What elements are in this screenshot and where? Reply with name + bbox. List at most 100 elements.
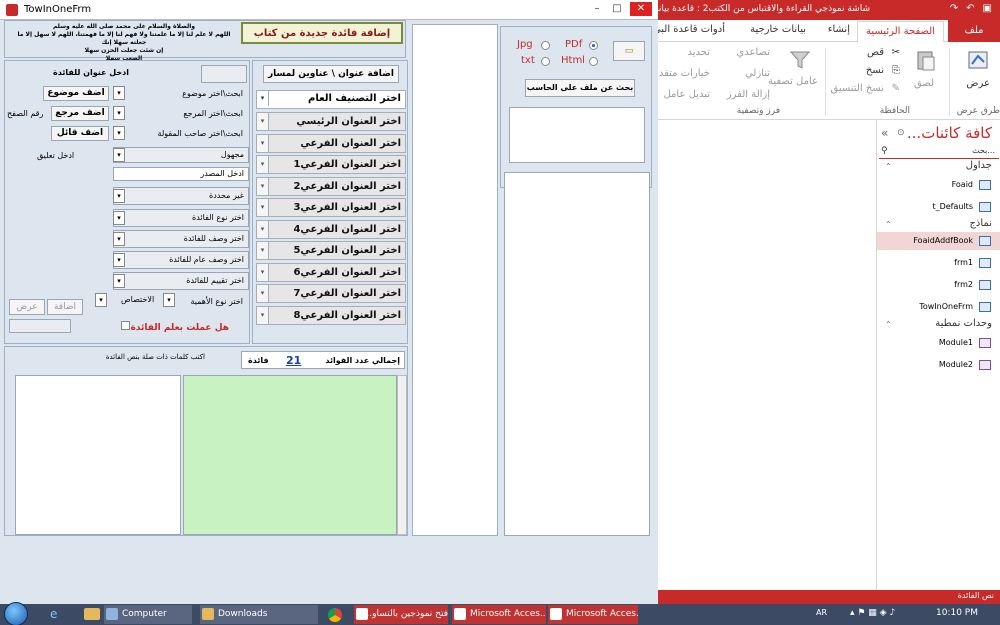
reference-dropdown[interactable]: ▾ xyxy=(113,106,125,120)
undo-icon[interactable]: ↶ xyxy=(966,3,974,14)
nav-menu-icon[interactable]: ⊙ xyxy=(897,128,905,138)
chevron-up-icon[interactable]: ⌃ xyxy=(885,162,892,171)
ascending-button[interactable]: تصاعدي xyxy=(736,47,770,58)
title-dropdown-8[interactable]: ▾ اختر العنوان الفرعي7 xyxy=(256,284,406,303)
nav-item-frm1[interactable]: frm1 xyxy=(877,254,1000,272)
taskbar-downloads[interactable]: Downloads xyxy=(200,605,318,624)
descending-button[interactable]: تنازلي xyxy=(745,68,770,79)
title-dropdown-3[interactable]: ▾ اختر العنوان الفرعي2 xyxy=(256,177,406,196)
nav-section-forms[interactable]: نماذج xyxy=(969,218,992,229)
nav-item-t-defaults[interactable]: t_Defaults xyxy=(877,198,1000,216)
pdf-radio[interactable] xyxy=(589,41,598,50)
open-folder-button[interactable]: ▭ xyxy=(613,41,645,61)
title-dropdown-4[interactable]: ▾ اختر العنوان الفرعي3 xyxy=(256,198,406,217)
collapse-nav-icon[interactable]: « xyxy=(881,126,888,140)
nav-section-modules[interactable]: وحدات نمطية xyxy=(935,318,992,329)
view-icon[interactable] xyxy=(966,48,990,72)
general-classification-dropdown[interactable]: ▾ اختر التصنيف العام xyxy=(256,90,406,109)
benefit-type-dropdown[interactable]: ▾ xyxy=(113,211,125,225)
cut-button[interactable]: قص xyxy=(867,47,884,58)
filter-button[interactable]: عامل تصفية xyxy=(768,76,818,87)
nav-item-module2[interactable]: Module2 xyxy=(877,356,1000,374)
importance-dropdown[interactable]: ▾ xyxy=(163,293,175,307)
remove-sort-button[interactable]: إزالة الفرز xyxy=(727,89,770,100)
title-dropdown-0[interactable]: ▾ اختر العنوان الرئيسي xyxy=(256,112,406,131)
undefined-field[interactable]: غير محددة xyxy=(113,187,249,205)
language-indicator[interactable]: AR xyxy=(816,608,827,617)
did-you-act-checkbox[interactable] xyxy=(121,321,130,330)
add-new-benefit-button[interactable]: إضافة فائدة جديدة من كتاب xyxy=(241,22,403,44)
taskbar-item-form[interactable]: فتح نموذجين بالتساو... xyxy=(354,605,448,624)
benefit-desc-dropdown[interactable]: ▾ xyxy=(113,232,125,246)
author-field[interactable]: مجهول xyxy=(113,147,249,163)
file-list[interactable] xyxy=(504,172,650,536)
rating-dropdown[interactable]: ▾ xyxy=(113,274,125,288)
filter-icon[interactable] xyxy=(788,48,812,72)
add-reference-button[interactable]: اضف مرجع xyxy=(51,106,109,121)
jpg-radio[interactable] xyxy=(541,41,550,50)
advanced-button[interactable]: خيارات متقد xyxy=(659,68,710,79)
benefit-desc-field[interactable]: اختر وصف للفائدة xyxy=(113,230,249,248)
specialty-dropdown[interactable]: ▾ xyxy=(95,293,107,307)
taskbar-access-1[interactable]: Microsoft Acces... xyxy=(452,605,546,624)
copy-button[interactable]: نسخ xyxy=(866,65,884,76)
start-button[interactable] xyxy=(4,602,28,625)
format-painter-button[interactable]: نسخ التنسيق xyxy=(831,83,884,94)
maximize-icon[interactable]: □ xyxy=(608,2,626,16)
add-topic-button[interactable]: اضف موضوع xyxy=(43,86,109,101)
title-input[interactable] xyxy=(201,65,247,83)
undefined-dropdown[interactable]: ▾ xyxy=(113,189,125,203)
taskbar-computer[interactable]: Computer xyxy=(104,605,192,624)
html-radio[interactable] xyxy=(589,57,598,66)
chrome-pin[interactable] xyxy=(322,606,350,623)
add-title-path-button[interactable]: اضافة عنوان \ عناوين لمسار xyxy=(263,65,399,83)
nav-item-towinonefrm[interactable]: TowInOneFrm xyxy=(877,298,1000,316)
toggle-filter-button[interactable]: تبديل عامل xyxy=(663,89,710,100)
views-button[interactable]: عرض xyxy=(966,78,990,89)
record-field[interactable] xyxy=(9,319,71,333)
text-scrollbar[interactable] xyxy=(397,375,407,535)
copy-icon[interactable]: ⎘ xyxy=(892,65,900,76)
title-dropdown-9[interactable]: ▾ اختر العنوان الفرعي8 xyxy=(256,306,406,325)
show-button[interactable]: عرض xyxy=(9,299,45,315)
tab-home[interactable]: الصفحة الرئيسية xyxy=(857,21,944,42)
paste-icon[interactable] xyxy=(914,48,938,72)
title-dropdown-1[interactable]: ▾ اختر العنوان الفرعي xyxy=(256,134,406,153)
nav-search-input[interactable]: بحث... xyxy=(879,146,999,159)
chevron-up-icon[interactable]: ⌃ xyxy=(885,220,892,229)
nav-section-tables[interactable]: جداول xyxy=(966,160,992,171)
title-dropdown-2[interactable]: ▾ اختر العنوان الفرعي1 xyxy=(256,155,406,174)
cut-icon[interactable]: ✂ xyxy=(892,47,900,58)
author-select-dropdown[interactable]: ▾ xyxy=(113,148,125,162)
paste-button[interactable]: لصق xyxy=(914,78,934,89)
benefit-type-field[interactable]: اختر نوع الفائدة xyxy=(113,209,249,227)
add-author-button[interactable]: اضف قائل xyxy=(51,126,109,141)
tab-create[interactable]: إنشاء xyxy=(828,24,850,35)
chevron-up-icon[interactable]: ⌃ xyxy=(885,320,892,329)
file-path-box[interactable] xyxy=(509,107,645,163)
save-icon[interactable]: ▣ xyxy=(983,3,992,14)
nav-header[interactable]: كافة كائنات... xyxy=(907,124,992,142)
title-dropdown-6[interactable]: ▾ اختر العنوان الفرعي5 xyxy=(256,241,406,260)
related-words-input[interactable] xyxy=(15,375,181,535)
tab-file[interactable]: ملف xyxy=(948,20,1000,42)
clock[interactable]: 10:10 PM xyxy=(936,608,978,618)
format-painter-icon[interactable]: ✎ xyxy=(892,83,900,94)
tab-external-data[interactable]: بيانات خارجية xyxy=(750,24,806,35)
nav-item-module1[interactable]: Module1 xyxy=(877,334,1000,352)
general-desc-dropdown[interactable]: ▾ xyxy=(113,253,125,267)
rating-field[interactable]: اختر تقييم للفائدة xyxy=(113,272,249,290)
selection-button[interactable]: تحديد xyxy=(687,47,710,58)
search-file-button[interactable]: بحث عن ملف على الحاسب xyxy=(525,79,635,97)
nav-item-foaid[interactable]: Foaid xyxy=(877,176,1000,194)
tray-icons[interactable]: ▴ ⚑ ▦ ◈ ♪ xyxy=(850,608,895,618)
author-dropdown[interactable]: ▾ xyxy=(113,126,125,140)
minimize-icon[interactable]: – xyxy=(588,2,606,16)
title-dropdown-5[interactable]: ▾ اختر العنوان الفرعي4 xyxy=(256,220,406,239)
tab-database-tools[interactable]: أدوات قاعدة البي xyxy=(653,24,725,35)
add-button[interactable]: اضافة xyxy=(47,299,83,315)
close-icon[interactable]: ✕ xyxy=(630,2,652,16)
preview-list[interactable] xyxy=(412,24,498,536)
source-input[interactable]: ادخل المصدر xyxy=(113,167,249,181)
topic-dropdown[interactable]: ▾ xyxy=(113,86,125,100)
